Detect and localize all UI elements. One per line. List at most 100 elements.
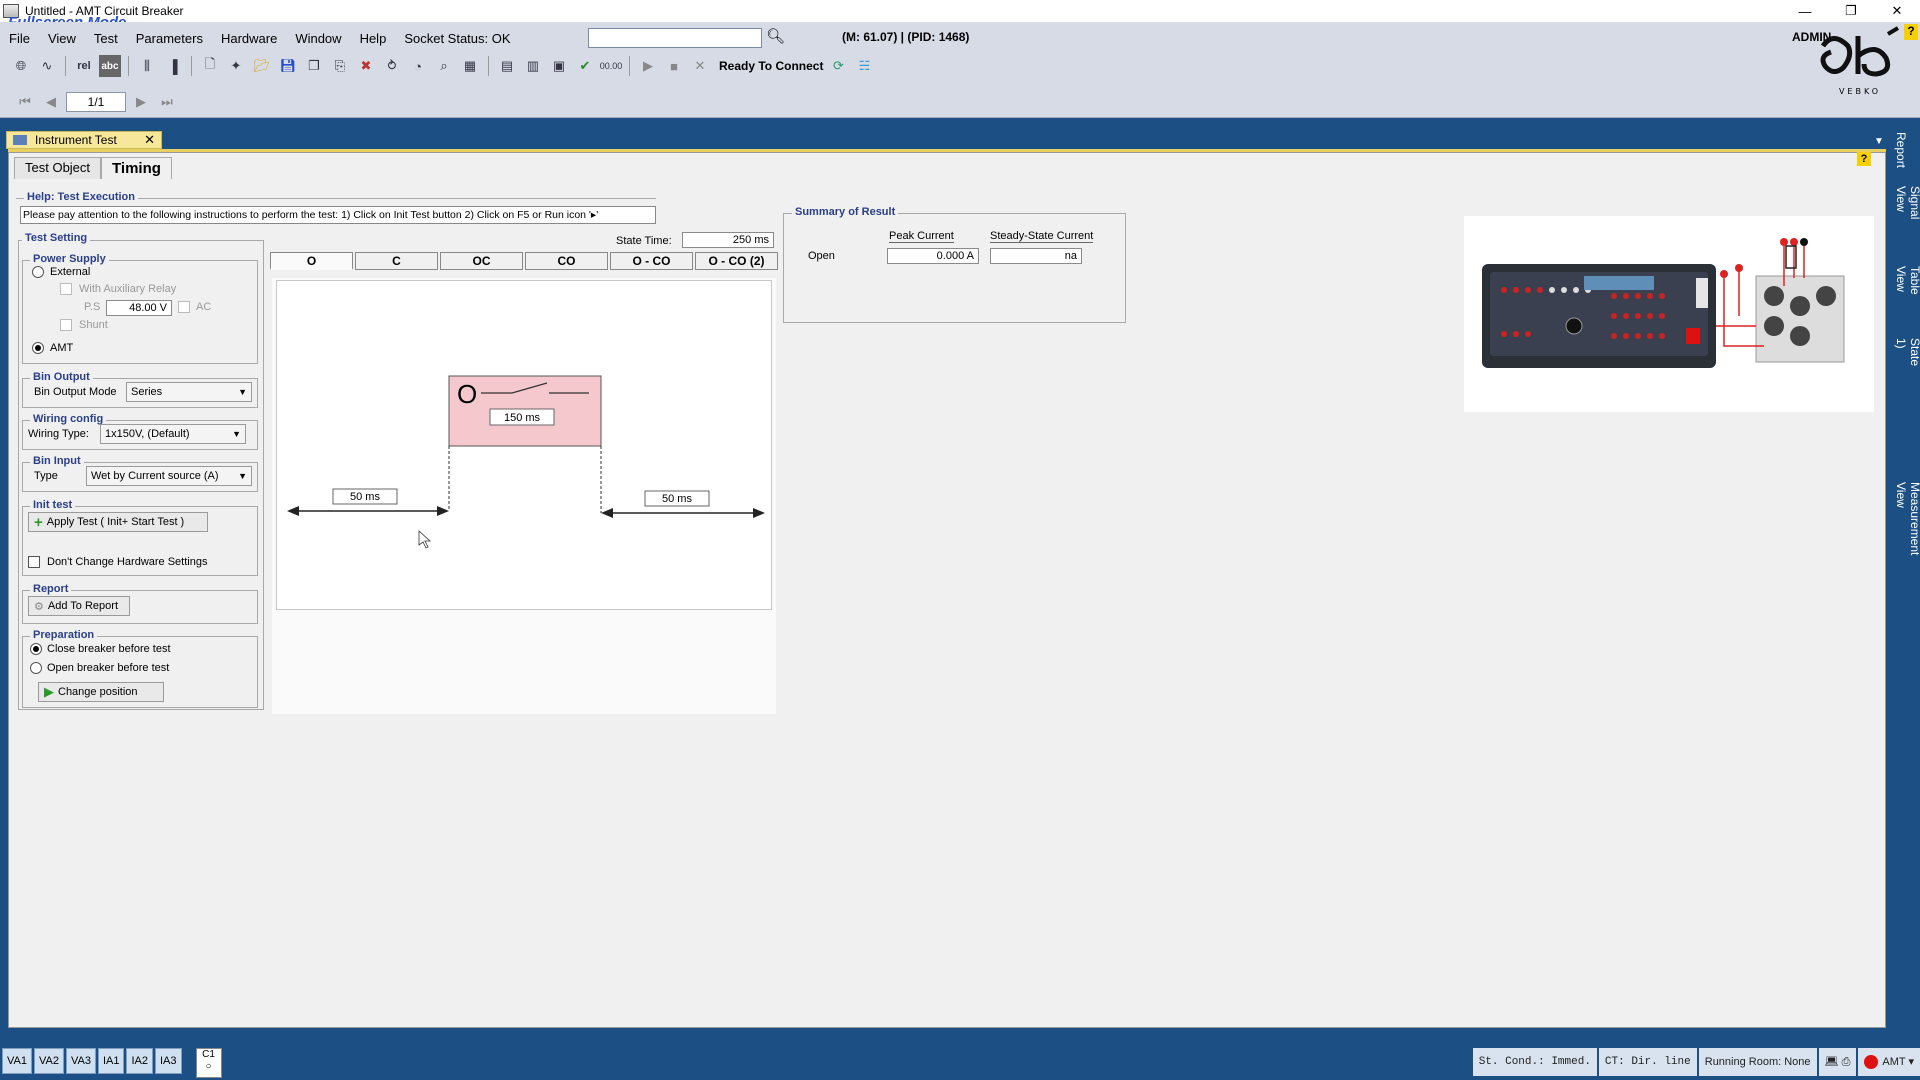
channel-ia1[interactable]: IA1: [97, 1048, 125, 1074]
meter-icon[interactable]: ▐: [162, 55, 184, 77]
run-icon[interactable]: ▶: [637, 55, 659, 77]
copy-icon[interactable]: ❐: [303, 55, 325, 77]
change-position-button[interactable]: ▶ Change position: [38, 682, 164, 702]
seq-tab-o[interactable]: O: [270, 252, 353, 270]
close-button[interactable]: ✕: [1874, 0, 1920, 22]
op-label: O: [457, 379, 477, 409]
channel-va3[interactable]: VA3: [65, 1048, 96, 1074]
zoom-icon[interactable]: ⌕: [433, 55, 455, 77]
help-text: Please pay attention to the following in…: [20, 206, 656, 224]
last-page-icon[interactable]: ⏭: [156, 91, 178, 113]
search-icon[interactable]: 🔍︎: [766, 27, 785, 45]
abc-button[interactable]: abc: [99, 55, 121, 77]
seq-tab-o-co-2[interactable]: O - CO (2): [695, 252, 778, 270]
shunt-label: Shunt: [79, 319, 108, 331]
layout-icon[interactable]: ▤: [496, 55, 518, 77]
c1-label: C1: [202, 1049, 215, 1060]
minimize-button[interactable]: —: [1782, 0, 1828, 22]
menu-view[interactable]: View: [39, 31, 85, 46]
cancel-icon[interactable]: ✕: [689, 55, 711, 77]
pre-arrow-right-head: [437, 506, 449, 516]
shunt-checkbox[interactable]: [60, 319, 72, 331]
paste-icon[interactable]: ⎘: [329, 55, 351, 77]
bin-output-mode-label: Bin Output Mode: [34, 386, 117, 398]
change-position-label: Change position: [58, 686, 138, 698]
page-number-field[interactable]: 1/1: [66, 92, 126, 112]
first-page-icon[interactable]: ⏮: [14, 91, 36, 113]
close-breaker-radio[interactable]: [30, 643, 42, 655]
menu-bar: File View Test Parameters Hardware Windo…: [0, 28, 520, 48]
ps-voltage-field[interactable]: 48.00 V: [106, 300, 172, 316]
channel-ia3[interactable]: IA3: [154, 1048, 182, 1074]
help-question-icon[interactable]: ?: [1904, 24, 1918, 40]
seq-tab-co[interactable]: CO: [525, 252, 608, 270]
channel-va2[interactable]: VA2: [33, 1048, 64, 1074]
save-icon[interactable]: 💾︎: [277, 55, 299, 77]
open-breaker-radio[interactable]: [30, 662, 42, 674]
dont-change-hw-checkbox[interactable]: [28, 556, 40, 568]
ac-checkbox[interactable]: [178, 301, 190, 313]
seq-tab-oc[interactable]: OC: [440, 252, 523, 270]
chart-icon[interactable]: ◔: [407, 55, 429, 77]
calc-icon[interactable]: ▥: [522, 55, 544, 77]
wiring-legend: Wiring config: [30, 413, 107, 425]
bin-output-mode-select[interactable]: Series ▼: [126, 382, 252, 402]
tab-report[interactable]: Report: [1894, 132, 1908, 168]
new-file-icon[interactable]: 🗋: [199, 55, 221, 77]
bin-input-type-select[interactable]: Wet by Current source (A) ▼: [86, 466, 252, 486]
new-template-icon[interactable]: ✦: [225, 55, 247, 77]
tab-timing[interactable]: Timing: [101, 157, 172, 179]
search-input[interactable]: [588, 28, 762, 48]
tab-signal-view[interactable]: Signal View: [1894, 186, 1920, 219]
device-icons[interactable]: 💻︎ ⎙: [1818, 1048, 1857, 1076]
refresh-icon[interactable]: ⟳: [827, 55, 849, 77]
menu-parameters[interactable]: Parameters: [127, 31, 212, 46]
channel-va1[interactable]: VA1: [2, 1048, 32, 1074]
check-icon[interactable]: ✔: [574, 55, 596, 77]
context-help-icon[interactable]: ?: [1857, 152, 1871, 166]
seq-tab-o-co[interactable]: O - CO: [610, 252, 693, 270]
sliders-icon[interactable]: ⫼: [136, 55, 158, 77]
connect-icon[interactable]: ⥁: [381, 55, 403, 77]
network-icon[interactable]: ☵: [853, 55, 875, 77]
external-label: External: [50, 266, 91, 278]
open-folder-icon[interactable]: 📂︎: [251, 55, 273, 77]
tab-table-view[interactable]: Table View: [1894, 266, 1920, 295]
aux-relay-checkbox[interactable]: [60, 283, 72, 295]
delete-icon[interactable]: ✖: [355, 55, 377, 77]
panel-collapse-icon[interactable]: ▼: [1874, 136, 1884, 147]
device-status[interactable]: AMT ▾: [1858, 1048, 1920, 1076]
prev-page-icon[interactable]: ◀: [40, 91, 62, 113]
record-icon: [1864, 1055, 1879, 1070]
add-to-report-button[interactable]: ⚙ Add To Report: [28, 596, 130, 616]
stop-icon[interactable]: ■: [663, 55, 685, 77]
menu-file[interactable]: File: [0, 31, 39, 46]
menu-window[interactable]: Window: [286, 31, 350, 46]
instrument-test-tab[interactable]: Instrument Test ✕: [6, 131, 162, 149]
rel-button[interactable]: rel: [73, 55, 95, 77]
close-tab-icon[interactable]: ✕: [144, 132, 155, 148]
next-page-icon[interactable]: ▶: [130, 91, 152, 113]
external-radio[interactable]: [32, 266, 44, 278]
tab-measurement-view[interactable]: Measurement View: [1894, 482, 1920, 555]
apply-test-button[interactable]: + Apply Test ( Init+ Start Test ): [28, 512, 208, 532]
channel-ia2[interactable]: IA2: [126, 1048, 153, 1074]
c1-indicator[interactable]: C1 ○: [195, 1048, 222, 1078]
menu-test[interactable]: Test: [85, 31, 127, 46]
tab-detail-view[interactable]: Detail View (S1: State 1): [1894, 338, 1920, 369]
table-icon[interactable]: ▣: [548, 55, 570, 77]
instrument-image: [1464, 216, 1874, 412]
seq-tab-c[interactable]: C: [355, 252, 438, 270]
tab-test-object[interactable]: Test Object: [14, 157, 102, 179]
wiring-type-select[interactable]: 1x150V, (Default) ▼: [100, 424, 246, 444]
amt-radio[interactable]: [32, 342, 44, 354]
globe-icon[interactable]: 🌐︎: [10, 55, 32, 77]
grid-icon[interactable]: ▦: [459, 55, 481, 77]
wave-icon[interactable]: ∿: [36, 55, 58, 77]
menu-help[interactable]: Help: [351, 31, 396, 46]
timing-diagram: O 150 ms 50 ms 50 ms: [276, 280, 772, 610]
state-time-field[interactable]: 250 ms: [682, 232, 774, 248]
menu-hardware[interactable]: Hardware: [212, 31, 286, 46]
digits-icon[interactable]: 00.00: [600, 55, 623, 77]
restore-button[interactable]: ❐: [1828, 0, 1874, 22]
